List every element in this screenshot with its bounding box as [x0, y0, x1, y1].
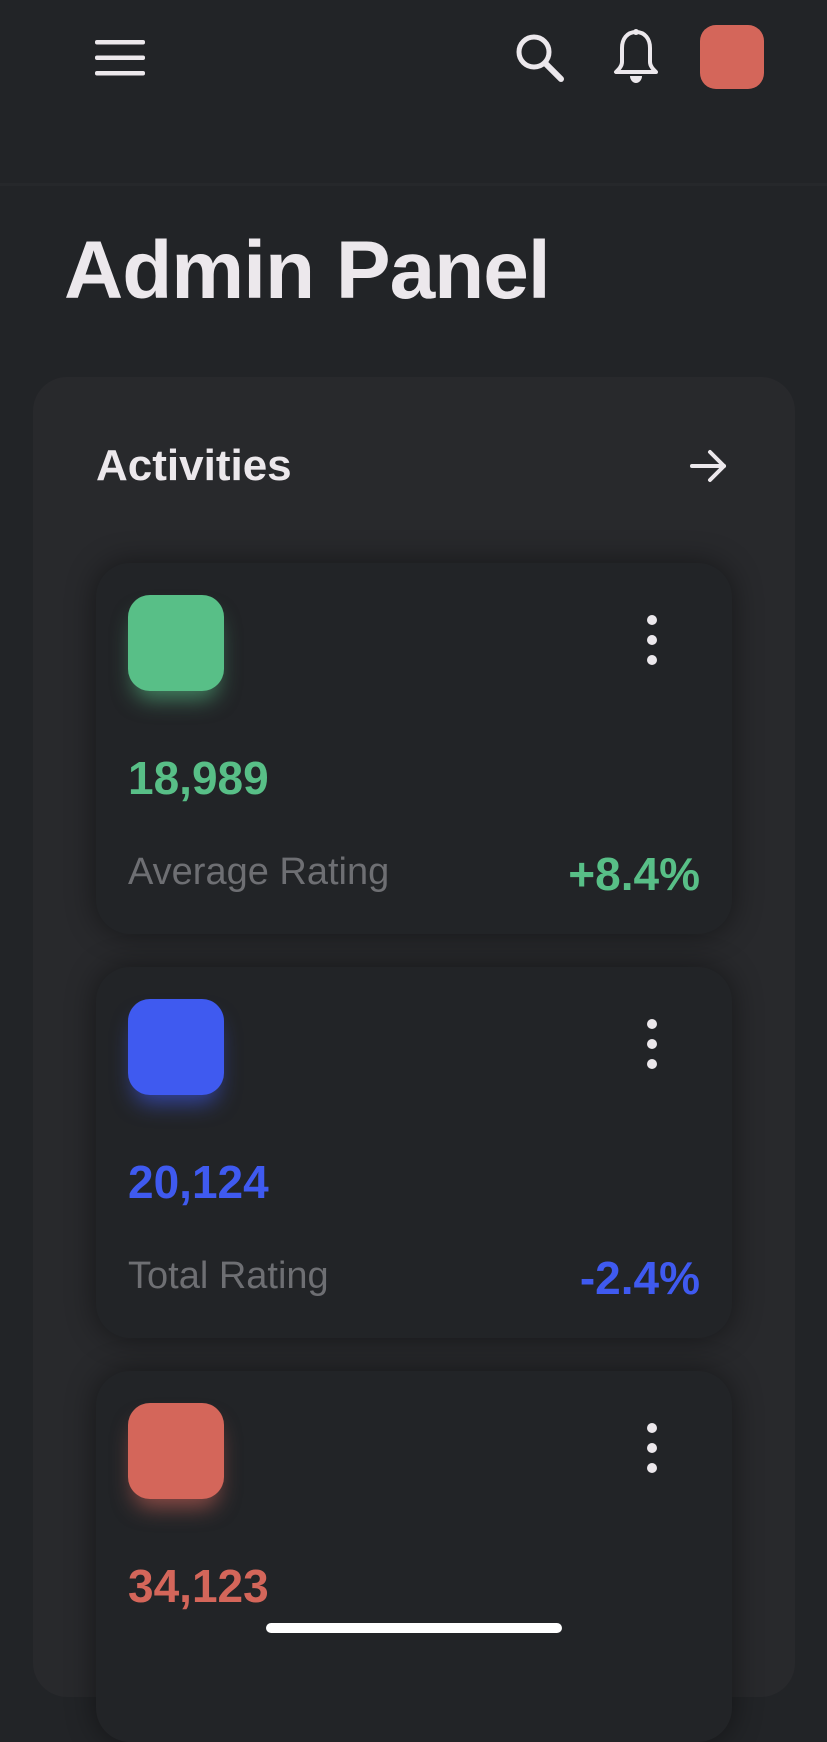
more-vertical-icon[interactable] — [640, 1019, 664, 1069]
card-label: Total Rating — [128, 1255, 329, 1297]
card-color-swatch — [128, 1403, 224, 1499]
search-icon[interactable] — [510, 28, 570, 88]
card-color-swatch — [128, 999, 224, 1095]
activity-card[interactable]: 34,123 — [96, 1371, 732, 1742]
avatar[interactable] — [700, 25, 764, 89]
activity-card[interactable]: 18,989 Average Rating +8.4% — [96, 563, 732, 934]
more-vertical-icon[interactable] — [640, 1423, 664, 1473]
activities-title: Activities — [96, 441, 292, 490]
top-app-bar — [0, 0, 827, 186]
card-value: 18,989 — [128, 752, 269, 804]
arrow-right-icon[interactable] — [686, 446, 732, 486]
card-value: 20,124 — [128, 1156, 269, 1208]
card-value: 34,123 — [128, 1560, 269, 1612]
page-title: Admin Panel — [64, 225, 551, 316]
card-change: +8.4% — [568, 848, 700, 900]
card-label: Average Rating — [128, 851, 390, 893]
card-color-swatch — [128, 595, 224, 691]
bell-icon[interactable] — [608, 26, 664, 88]
card-change: -2.4% — [579, 1252, 700, 1304]
more-vertical-icon[interactable] — [640, 615, 664, 665]
hamburger-menu-icon[interactable] — [93, 36, 147, 80]
home-indicator[interactable] — [266, 1623, 562, 1633]
activity-card[interactable]: 20,124 Total Rating -2.4% — [96, 967, 732, 1338]
